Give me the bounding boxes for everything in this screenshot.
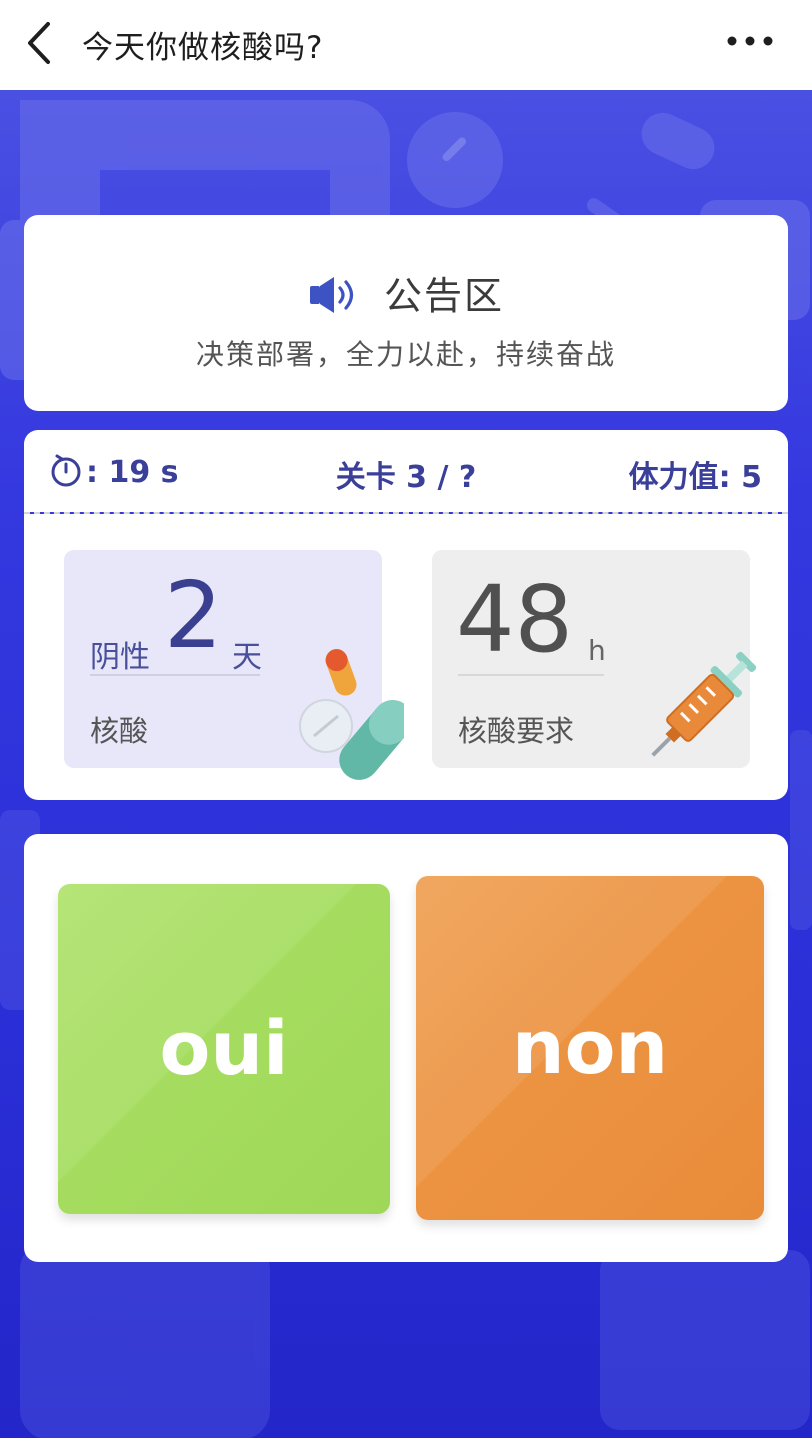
back-button[interactable] bbox=[18, 18, 64, 68]
negative-days-value: 2 bbox=[164, 562, 223, 669]
no-button-label: non bbox=[511, 1005, 669, 1091]
more-horizontal-icon bbox=[727, 36, 773, 46]
app-header: 今天你做核酸吗? bbox=[0, 0, 812, 90]
chevron-left-icon bbox=[28, 22, 50, 64]
more-button[interactable] bbox=[724, 26, 776, 56]
syringe-icon bbox=[651, 651, 757, 757]
requirement-label: 核酸要求 bbox=[458, 714, 575, 748]
notice-text: 决策部署，全力以赴，持续奋战 bbox=[195, 338, 616, 371]
requirement-hours-value: 48 bbox=[456, 566, 574, 673]
speaker-icon bbox=[309, 277, 354, 313]
requirement-tile: 48 h 核酸要求 bbox=[432, 550, 757, 768]
page-title: 今天你做核酸吗? bbox=[82, 30, 324, 66]
pills-icon bbox=[299, 649, 404, 780]
notice-card: 公告区 决策部署，全力以赴，持续奋战 bbox=[24, 215, 788, 411]
yes-button[interactable]: oui bbox=[58, 884, 390, 1214]
status-bar: : 19 s 关卡 3 / ? 体力值: 5 bbox=[24, 430, 788, 512]
yes-button-label: oui bbox=[159, 1006, 289, 1092]
requirement-hours-unit: h bbox=[588, 634, 606, 667]
info-card: 阴性 2 天 核酸 48 h 核酸要求 bbox=[24, 514, 788, 800]
no-button[interactable]: non bbox=[416, 876, 764, 1220]
answer-card: oui non bbox=[24, 834, 788, 1262]
divider bbox=[90, 674, 260, 676]
stamina-indicator: 体力值: 5 bbox=[628, 460, 762, 495]
negative-days-unit: 天 bbox=[232, 640, 262, 675]
divider bbox=[24, 512, 788, 514]
notice-title: 公告区 bbox=[384, 274, 505, 318]
negative-label: 核酸 bbox=[90, 714, 149, 748]
negative-prefix: 阴性 bbox=[90, 640, 150, 675]
negative-days-tile: 阴性 2 天 核酸 bbox=[64, 550, 404, 780]
divider bbox=[458, 674, 604, 676]
